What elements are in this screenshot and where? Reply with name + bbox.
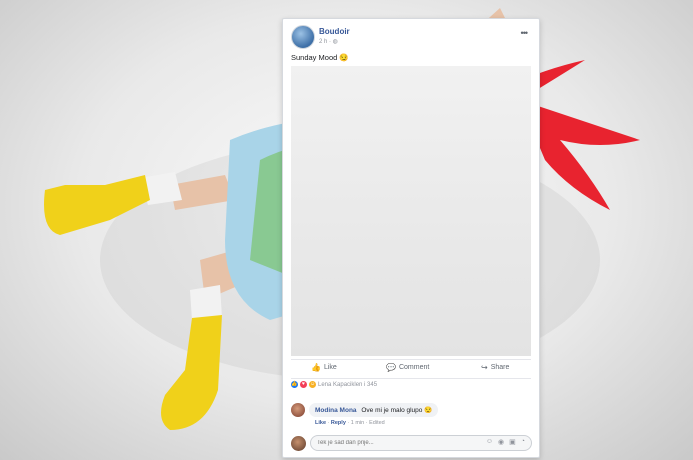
like-button[interactable]: 👍 Like	[311, 363, 337, 372]
thumbs-up-icon: 👍	[311, 363, 321, 372]
haha-reaction-icon: ☺	[309, 381, 316, 388]
write-comment-row: ☺ ◉ ▣ ◔	[291, 435, 532, 453]
comment-icon: 💬	[386, 363, 396, 372]
post-header: Boudoir 2 h · ◍ •••	[291, 25, 531, 51]
comment-time[interactable]: 1 min	[351, 420, 364, 426]
post-caption: Sunday Mood 😏	[291, 53, 349, 62]
sock-lower	[190, 285, 222, 320]
share-icon: ↪	[481, 363, 488, 372]
share-label: Share	[490, 364, 510, 371]
comment-author[interactable]: Modina Mona	[315, 407, 357, 414]
post-meta: 2 h · ◍	[319, 38, 338, 45]
commenter-avatar[interactable]	[291, 403, 305, 417]
comment-label: Comment	[398, 364, 430, 371]
page-name-link[interactable]: Boudoir	[319, 27, 350, 36]
camera-icon[interactable]: ◉	[498, 438, 504, 446]
like-label: Like	[323, 364, 337, 371]
comment-bubble: Modina Mona Ove mi je malo glupo 😒	[309, 403, 439, 417]
comment-like-link[interactable]: Like	[315, 420, 326, 426]
comment-input-icons: ☺ ◉ ▣ ◔	[486, 438, 525, 446]
share-button[interactable]: ↪ Share	[481, 363, 509, 372]
gif-icon[interactable]: ▣	[509, 438, 516, 446]
emoji-icon[interactable]: ☺	[486, 438, 493, 446]
post-time[interactable]: 2 h	[319, 39, 327, 45]
reactions-summary[interactable]: 👍 ♥ ☺ Lena Kapaciklen i 345	[291, 381, 377, 388]
globe-icon: · ◍	[329, 39, 338, 45]
sticker-icon[interactable]: ◔	[521, 438, 525, 446]
post-actions-bar: 👍 Like 💬 Comment ↪ Share	[291, 359, 531, 379]
comment-links: Like · Reply · 1 min · Edited	[315, 420, 385, 426]
comment-button[interactable]: 💬 Comment	[386, 363, 429, 372]
comment-text: Ove mi je malo glupo 😒	[361, 407, 433, 414]
page-avatar[interactable]	[291, 25, 315, 49]
comment-edited: Edited	[369, 420, 385, 426]
like-reaction-icon: 👍	[291, 381, 298, 388]
more-options-icon[interactable]: •••	[521, 28, 529, 38]
post-photo[interactable]	[291, 66, 531, 356]
current-user-avatar	[291, 436, 306, 451]
facebook-post-card: Boudoir 2 h · ◍ ••• Sunday Mood 😏 👍 Like…	[282, 18, 540, 458]
reactions-names: Lena Kapaciklen i 345	[318, 381, 378, 388]
comment-reply-link[interactable]: Reply	[331, 420, 346, 426]
love-reaction-icon: ♥	[300, 381, 307, 388]
